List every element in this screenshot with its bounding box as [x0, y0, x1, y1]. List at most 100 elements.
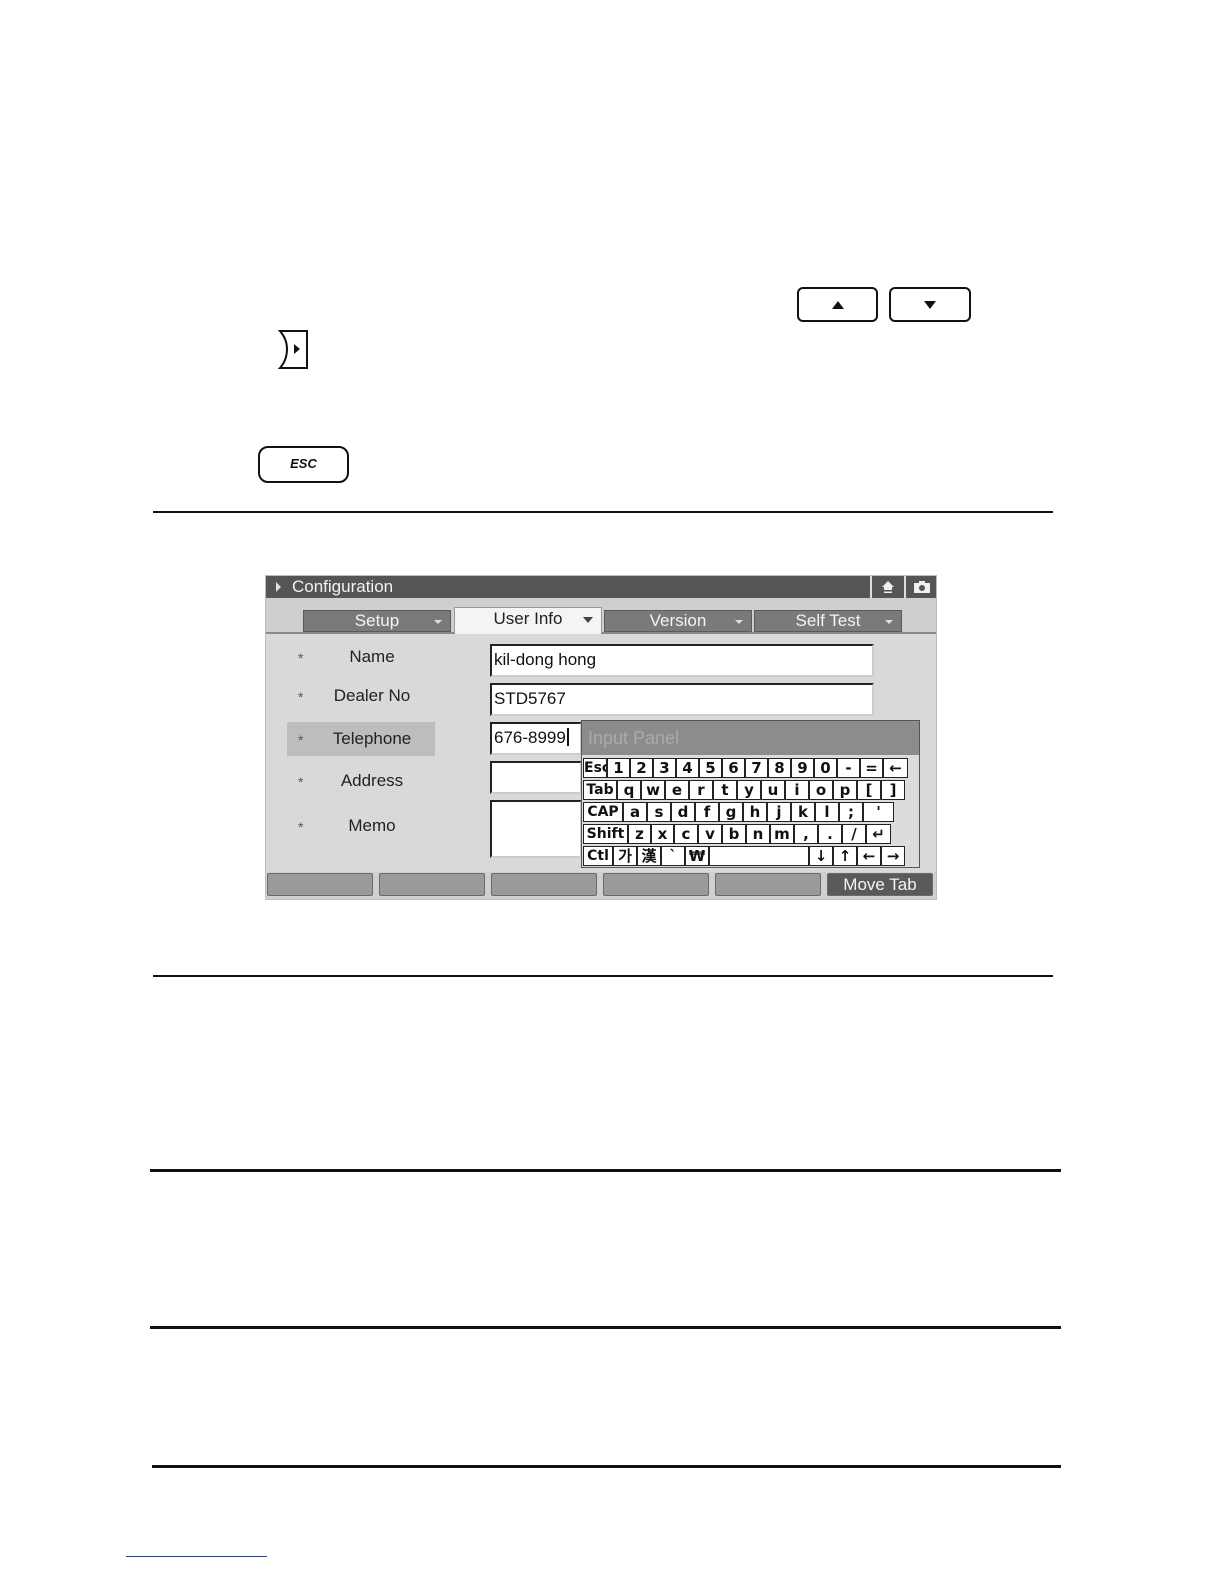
down-key-icon [889, 287, 971, 322]
key-space[interactable] [709, 846, 809, 866]
key[interactable]: b [722, 824, 746, 844]
divider-2 [153, 975, 1053, 977]
key[interactable]: a [623, 802, 647, 822]
key[interactable]: g [719, 802, 743, 822]
tab-setup-label: Setup [354, 611, 400, 630]
softkey-bar: Move Tab [266, 872, 936, 899]
tab-strip: Setup User Info Version Self Test [266, 598, 936, 634]
telephone-value: 676-8999 [494, 728, 566, 747]
key[interactable]: 9 [791, 758, 814, 778]
capture-button[interactable] [904, 576, 936, 598]
tab-self-test[interactable]: Self Test [754, 610, 902, 632]
tab-setup[interactable]: Setup [303, 610, 451, 632]
key[interactable]: 8 [768, 758, 791, 778]
key[interactable]: t [713, 780, 737, 800]
key[interactable]: [ [857, 780, 881, 800]
key[interactable]: ' [863, 802, 894, 822]
key[interactable]: c [674, 824, 698, 844]
camera-icon [914, 581, 930, 593]
key[interactable]: ; [839, 802, 863, 822]
chevron-down-icon [735, 620, 743, 624]
key[interactable]: Shift [583, 824, 628, 844]
key[interactable]: e [665, 780, 689, 800]
key[interactable]: f [695, 802, 719, 822]
esc-key-label: ESC [290, 456, 317, 471]
key[interactable]: i [785, 780, 809, 800]
key[interactable]: u [761, 780, 785, 800]
tab-user-info[interactable]: User Info [454, 607, 602, 634]
key[interactable]: Ctl [583, 846, 613, 866]
key[interactable]: , [794, 824, 818, 844]
divider-4 [150, 1326, 1061, 1329]
address-field[interactable] [490, 761, 582, 794]
key[interactable]: 가 [613, 846, 637, 866]
key[interactable]: 漢 [637, 846, 661, 866]
divider-3 [150, 1169, 1061, 1172]
key[interactable]: → [881, 846, 905, 866]
key[interactable]: j [767, 802, 791, 822]
telephone-field[interactable]: 676-8999 [490, 722, 582, 755]
tab-user-info-label: User Info [493, 609, 563, 628]
name-field[interactable]: kil-dong hong [490, 644, 874, 677]
title-bar: Configuration [266, 576, 936, 598]
key[interactable]: w [641, 780, 665, 800]
key[interactable]: h [743, 802, 767, 822]
key[interactable]: z [628, 824, 651, 844]
key[interactable]: p [833, 780, 857, 800]
key[interactable]: l [815, 802, 839, 822]
divider-1 [153, 511, 1053, 513]
key[interactable]: 2 [630, 758, 653, 778]
key[interactable]: x [651, 824, 674, 844]
key[interactable]: ] [881, 780, 905, 800]
key[interactable]: 7 [745, 758, 768, 778]
key[interactable]: Tab [583, 780, 617, 800]
key[interactable]: y [737, 780, 761, 800]
tab-version-label: Version [649, 611, 707, 630]
key[interactable]: r [689, 780, 713, 800]
key[interactable]: k [791, 802, 815, 822]
divider-5 [152, 1465, 1061, 1468]
key[interactable]: ₩ [685, 846, 709, 866]
key[interactable]: 6 [722, 758, 745, 778]
chevron-down-icon [583, 617, 593, 623]
key[interactable]: n [746, 824, 770, 844]
key[interactable]: 0 [814, 758, 837, 778]
dealer-no-field[interactable]: STD5767 [490, 683, 874, 716]
key[interactable]: ← [883, 758, 908, 778]
softkey-3[interactable] [491, 873, 597, 896]
key[interactable]: ← [857, 846, 881, 866]
key[interactable]: CAP [583, 802, 623, 822]
move-tab-button[interactable]: Move Tab [827, 873, 933, 896]
footer-link-underline [126, 1556, 267, 1557]
chevron-down-icon [885, 620, 893, 624]
memo-field[interactable] [490, 800, 582, 858]
key[interactable]: . [818, 824, 842, 844]
tab-self-test-label: Self Test [795, 611, 861, 630]
softkey-4[interactable] [603, 873, 709, 896]
softkey-5[interactable] [715, 873, 821, 896]
key[interactable]: 5 [699, 758, 722, 778]
key[interactable]: ↓ [809, 846, 833, 866]
key[interactable]: m [770, 824, 794, 844]
key[interactable]: - [837, 758, 860, 778]
key[interactable]: Esc [583, 758, 607, 778]
key[interactable]: ↵ [866, 824, 891, 844]
key[interactable]: d [671, 802, 695, 822]
key[interactable]: 1 [607, 758, 630, 778]
key[interactable]: s [647, 802, 671, 822]
key[interactable]: o [809, 780, 833, 800]
name-label: Name [349, 647, 395, 666]
key[interactable]: q [617, 780, 641, 800]
key[interactable]: ↑ [833, 846, 857, 866]
key[interactable]: = [860, 758, 883, 778]
key[interactable]: 4 [676, 758, 699, 778]
softkey-1[interactable] [267, 873, 373, 896]
esc-key-icon: ESC [258, 446, 349, 483]
tab-version[interactable]: Version [604, 610, 752, 632]
home-button[interactable] [870, 576, 902, 598]
key[interactable]: v [698, 824, 722, 844]
key[interactable]: ` [661, 846, 685, 866]
key[interactable]: 3 [653, 758, 676, 778]
key[interactable]: / [842, 824, 866, 844]
softkey-2[interactable] [379, 873, 485, 896]
